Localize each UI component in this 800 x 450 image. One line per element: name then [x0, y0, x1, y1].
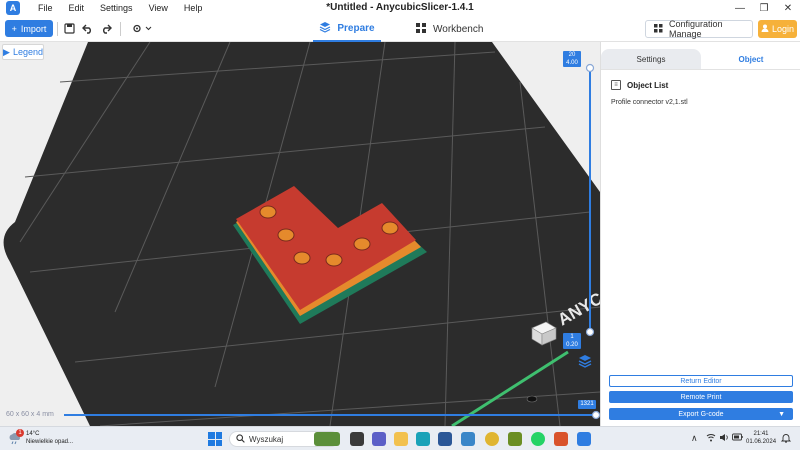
- tab-prepare[interactable]: Prepare: [313, 16, 381, 42]
- windows-taskbar: 1 14°C Niewielkie opad... Wyszukaj ∧ 21:…: [0, 426, 800, 450]
- login-label: Login: [771, 24, 795, 34]
- model-dimensions: 60 x 60 x 4 mm: [6, 411, 54, 418]
- export-gcode-label: Export G-code: [678, 410, 724, 418]
- chat-icon[interactable]: [372, 432, 386, 446]
- window-controls: — ❐ ✕: [728, 0, 800, 16]
- layer-top-label: 20 4.00: [563, 51, 581, 67]
- layer-slider-bottom-handle[interactable]: [585, 327, 595, 337]
- layers-icon: [319, 21, 331, 36]
- tab-prepare-label: Prepare: [337, 22, 375, 34]
- notifications-icon[interactable]: [780, 433, 792, 445]
- layer-bottom-value: 1: [570, 334, 574, 340]
- tab-workbench-label: Workbench: [433, 23, 484, 35]
- title-bar: A File Edit Settings View Help *Untitled…: [0, 0, 800, 16]
- weather-temp: 14°C: [26, 431, 40, 437]
- clock-time: 21:41: [753, 431, 769, 437]
- menu-file[interactable]: File: [30, 0, 61, 16]
- app-icon[interactable]: [438, 432, 452, 446]
- right-panel: Settings Object ≡ Object List Profile co…: [600, 42, 800, 426]
- configuration-manage-button[interactable]: Configuration Manage: [645, 19, 753, 39]
- taskbar-clock[interactable]: 21:41 01.06.2024: [746, 430, 776, 446]
- export-gcode-button[interactable]: Export G-code ▼: [609, 408, 793, 420]
- undo-icon[interactable]: [80, 21, 95, 36]
- configuration-manage-label: Configuration Manage: [669, 19, 723, 39]
- wifi-icon[interactable]: [706, 433, 716, 444]
- layer-bottom-label: 1 0.20: [563, 333, 581, 349]
- menu-bar: File Edit Settings View Help: [30, 0, 210, 16]
- chevron-right-icon: ▶: [3, 46, 10, 57]
- close-icon[interactable]: ✕: [776, 0, 800, 16]
- import-label: Import: [20, 23, 47, 34]
- bed-mark: [526, 395, 538, 403]
- office-icon[interactable]: [554, 432, 568, 446]
- task-view-icon[interactable]: [350, 432, 364, 446]
- windows-start-icon[interactable]: [208, 432, 222, 446]
- photos-icon[interactable]: [461, 432, 475, 446]
- object-list-title: Object List: [627, 80, 669, 90]
- panel-tabs-divider: [601, 69, 800, 70]
- move-slider-handle[interactable]: [591, 410, 600, 420]
- maximize-icon[interactable]: ❐: [752, 0, 776, 16]
- login-button[interactable]: Login: [758, 20, 797, 38]
- redo-icon[interactable]: [98, 21, 113, 36]
- toolbar-divider: [120, 22, 121, 36]
- search-placeholder: Wyszukaj: [249, 434, 284, 444]
- menu-settings[interactable]: Settings: [92, 0, 141, 16]
- legend-label: Legend: [12, 47, 43, 57]
- cloud-rain-icon: 1: [8, 429, 24, 445]
- tab-object[interactable]: Object: [701, 49, 800, 69]
- config-grid-icon: [654, 23, 663, 35]
- weather-text: 14°C Niewielkie opad...: [26, 430, 73, 446]
- view-mode-dropdown[interactable]: [130, 21, 154, 36]
- legend-button[interactable]: ▶ Legend: [2, 44, 44, 60]
- grid-icon: [415, 22, 427, 37]
- clock-date: 01.06.2024: [746, 439, 777, 445]
- volume-icon[interactable]: [719, 433, 729, 444]
- edge-browser-icon[interactable]: [416, 432, 430, 446]
- search-icon: [236, 433, 245, 445]
- layer-top-value: 20: [568, 52, 576, 58]
- move-slider-value: 1321: [578, 400, 596, 409]
- plus-icon: +: [11, 23, 17, 34]
- remote-print-button[interactable]: Remote Print: [609, 391, 793, 403]
- panel-tabs: Settings Object: [601, 49, 800, 69]
- menu-help[interactable]: Help: [176, 0, 211, 16]
- anycubic-slicer-icon[interactable]: [577, 432, 591, 446]
- layer-top-height: 4.00: [566, 60, 578, 66]
- 3d-viewport[interactable]: ANYC ▶ Legend 20 4.00 1 0.20 1321 60 x 6…: [0, 42, 600, 426]
- store-icon[interactable]: [508, 432, 522, 446]
- chevron-down-icon[interactable]: ▼: [778, 411, 785, 418]
- notification-badge: 1: [16, 429, 24, 437]
- menu-view[interactable]: View: [141, 0, 176, 16]
- object-list-item[interactable]: Profile connector v2,1.stl: [611, 99, 688, 106]
- object-list-header: ≡ Object List: [611, 80, 668, 90]
- layer-bottom-height: 0.20: [566, 342, 578, 348]
- build-plate-scene: ANYC: [3, 42, 600, 426]
- save-icon[interactable]: [62, 21, 77, 36]
- user-icon: [761, 24, 769, 34]
- battery-icon[interactable]: [732, 433, 743, 443]
- toolbar-divider: [57, 22, 58, 36]
- tab-workbench[interactable]: Workbench: [415, 16, 483, 42]
- whatsapp-icon[interactable]: [531, 432, 545, 446]
- menu-edit[interactable]: Edit: [61, 0, 93, 16]
- minimize-icon[interactable]: —: [728, 0, 752, 16]
- chevron-up-icon[interactable]: ∧: [691, 433, 698, 444]
- file-explorer-icon[interactable]: [394, 432, 408, 446]
- app-logo-icon: A: [6, 1, 20, 15]
- main-toolbar: + Import Prepare Workbench Configuration…: [0, 16, 800, 42]
- weather-desc: Niewielkie opad...: [26, 439, 74, 445]
- list-icon: ≡: [611, 80, 621, 90]
- layer-slider-top-handle[interactable]: [585, 63, 595, 73]
- weather-widget[interactable]: 1 14°C Niewielkie opad...: [8, 429, 73, 446]
- search-highlight-icon[interactable]: [314, 432, 340, 446]
- import-button[interactable]: + Import: [5, 20, 53, 37]
- chrome-icon[interactable]: [485, 432, 499, 446]
- tab-settings[interactable]: Settings: [601, 49, 701, 69]
- return-editor-button[interactable]: Return Editor: [609, 375, 793, 387]
